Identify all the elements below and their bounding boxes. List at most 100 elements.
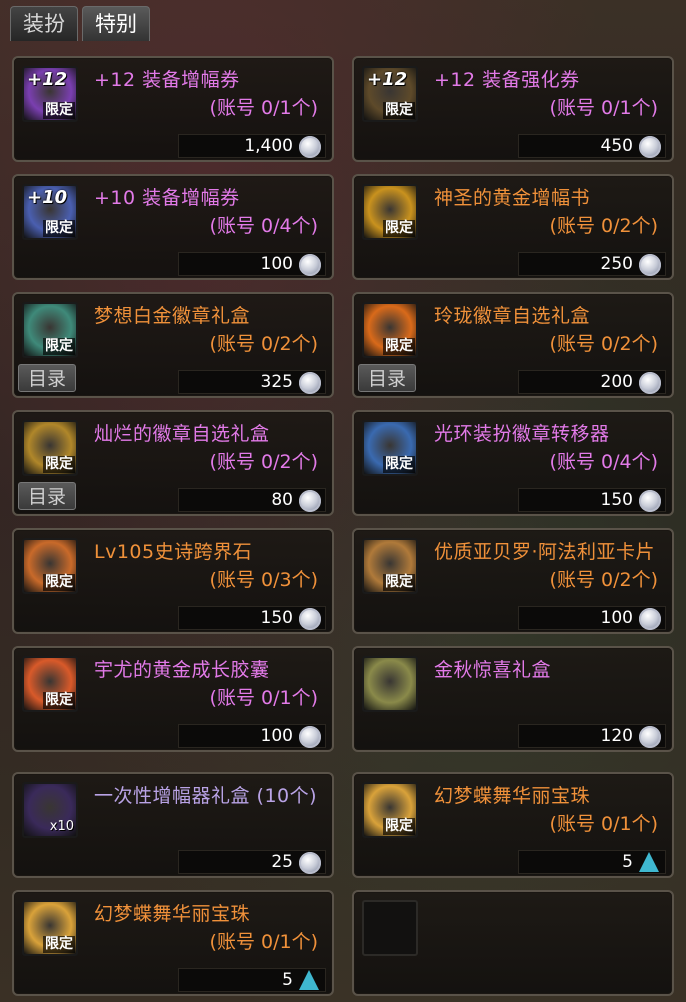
limited-badge: 限定 [43, 456, 75, 473]
item-card[interactable]: x10 一次性增幅器礼盒 (10个) 25 [12, 772, 334, 878]
item-card[interactable]: 限定 梦想白金徽章礼盒 (账号 0/2个) 目录 325 [12, 292, 334, 398]
coin-icon [639, 254, 661, 276]
catalog-button[interactable]: 目录 [18, 482, 76, 510]
item-icon[interactable]: 限定 [22, 900, 78, 956]
item-name: 优质亚贝罗·阿法利亚卡片 [434, 541, 656, 563]
item-card[interactable]: 限定 宇尤的黄金成长胶囊 (账号 0/1个) 100 [12, 646, 334, 752]
item-icon[interactable]: 限定 [362, 302, 418, 358]
enhance-badge: +12 [27, 69, 68, 90]
item-name: 一次性增幅器礼盒 (10个) [94, 785, 318, 807]
item-icon[interactable]: 限定 [22, 302, 78, 358]
limited-badge: 限定 [383, 818, 415, 835]
item-icon[interactable]: +12 限定 [362, 66, 418, 122]
price-value: 120 [600, 726, 633, 746]
price-box: 100 [178, 252, 326, 276]
price-value: 325 [260, 372, 293, 392]
price-value: 150 [600, 490, 633, 510]
limited-badge: 限定 [43, 220, 75, 237]
price-box: 150 [178, 606, 326, 630]
account-limit: (账号 0/1个) [209, 97, 318, 119]
item-icon[interactable]: 限定 [362, 420, 418, 476]
account-limit: (账号 0/2个) [209, 333, 318, 355]
item-name: 梦想白金徽章礼盒 [94, 305, 251, 327]
item-card[interactable]: 金秋惊喜礼盒 120 [352, 646, 674, 752]
quantity-badge: x10 [49, 819, 74, 834]
price-value: 150 [260, 608, 293, 628]
coin-icon [299, 608, 321, 630]
item-icon[interactable]: +12 限定 [22, 66, 78, 122]
price-box: 100 [518, 606, 666, 630]
item-icon[interactable]: 限定 [362, 782, 418, 838]
gem-icon [639, 852, 659, 872]
limited-badge: 限定 [43, 692, 75, 709]
price-box: 25 [178, 850, 326, 874]
limited-badge: 限定 [383, 338, 415, 355]
item-card[interactable]: +12 限定 +12 装备增幅券 (账号 0/1个) 1,400 [12, 56, 334, 162]
price-box: 200 [518, 370, 666, 394]
catalog-button[interactable]: 目录 [18, 364, 76, 392]
item-icon[interactable]: 限定 [22, 420, 78, 476]
item-icon[interactable] [362, 656, 418, 712]
item-card[interactable]: 限定 玲珑徽章自选礼盒 (账号 0/2个) 目录 200 [352, 292, 674, 398]
item-icon[interactable]: +10 限定 [22, 184, 78, 240]
account-limit: (账号 0/2个) [549, 333, 658, 355]
item-icon[interactable]: x10 [22, 782, 78, 838]
item-name: +12 装备强化券 [434, 69, 580, 91]
item-card[interactable]: 限定 优质亚贝罗·阿法利亚卡片 (账号 0/2个) 100 [352, 528, 674, 634]
price-box: 450 [518, 134, 666, 158]
price-box: 100 [178, 724, 326, 748]
price-value: 100 [260, 254, 293, 274]
item-card[interactable]: 限定 神圣的黄金增幅书 (账号 0/2个) 250 [352, 174, 674, 280]
limited-badge: 限定 [383, 102, 415, 119]
item-icon[interactable]: 限定 [362, 538, 418, 594]
item-card[interactable]: 限定 光环装扮徽章转移器 (账号 0/4个) 150 [352, 410, 674, 516]
item-icon[interactable]: 限定 [22, 538, 78, 594]
account-limit: (账号 0/1个) [549, 813, 658, 835]
coin-icon [299, 254, 321, 276]
coin-icon [299, 136, 321, 158]
account-limit: (账号 0/2个) [549, 569, 658, 591]
item-card[interactable]: 限定 幻梦蝶舞华丽宝珠 (账号 0/1个) 5 [12, 890, 334, 996]
coin-icon [639, 372, 661, 394]
price-value: 100 [260, 726, 293, 746]
empty-card [352, 890, 674, 996]
enhance-badge: +10 [27, 187, 68, 208]
price-box: 120 [518, 724, 666, 748]
price-value: 200 [600, 372, 633, 392]
price-box: 325 [178, 370, 326, 394]
item-grid: +12 限定 +12 装备增幅券 (账号 0/1个) 1,400 +12 限定 +12 装备强… [0, 0, 686, 1002]
item-name: 金秋惊喜礼盒 [434, 659, 552, 681]
limited-badge: 限定 [43, 936, 75, 953]
limited-badge: 限定 [43, 574, 75, 591]
gem-icon [299, 970, 319, 990]
limited-badge: 限定 [383, 574, 415, 591]
item-name: 光环装扮徽章转移器 [434, 423, 610, 445]
account-limit: (账号 0/1个) [209, 687, 318, 709]
price-value: 5 [622, 852, 633, 872]
coin-icon [639, 490, 661, 512]
item-card[interactable]: 限定 幻梦蝶舞华丽宝珠 (账号 0/1个) 5 [352, 772, 674, 878]
item-card[interactable]: +10 限定 +10 装备增幅券 (账号 0/4个) 100 [12, 174, 334, 280]
account-limit: (账号 0/4个) [549, 451, 658, 473]
price-value: 80 [271, 490, 293, 510]
item-card[interactable]: +12 限定 +12 装备强化券 (账号 0/1个) 450 [352, 56, 674, 162]
limited-badge: 限定 [383, 456, 415, 473]
coin-icon [639, 136, 661, 158]
coin-icon [299, 726, 321, 748]
item-name: 玲珑徽章自选礼盒 [434, 305, 591, 327]
price-box: 250 [518, 252, 666, 276]
item-icon[interactable]: 限定 [362, 184, 418, 240]
coin-icon [639, 726, 661, 748]
item-name: +10 装备增幅券 [94, 187, 240, 209]
account-limit: (账号 0/3个) [209, 569, 318, 591]
price-value: 450 [600, 136, 633, 156]
price-box: 1,400 [178, 134, 326, 158]
price-value: 5 [282, 970, 293, 990]
item-icon[interactable]: 限定 [22, 656, 78, 712]
account-limit: (账号 0/2个) [209, 451, 318, 473]
item-card[interactable]: 限定 Lv105史诗跨界石 (账号 0/3个) 150 [12, 528, 334, 634]
limited-badge: 限定 [43, 102, 75, 119]
catalog-button[interactable]: 目录 [358, 364, 416, 392]
item-card[interactable]: 限定 灿烂的徽章自选礼盒 (账号 0/2个) 目录 80 [12, 410, 334, 516]
limited-badge: 限定 [383, 220, 415, 237]
